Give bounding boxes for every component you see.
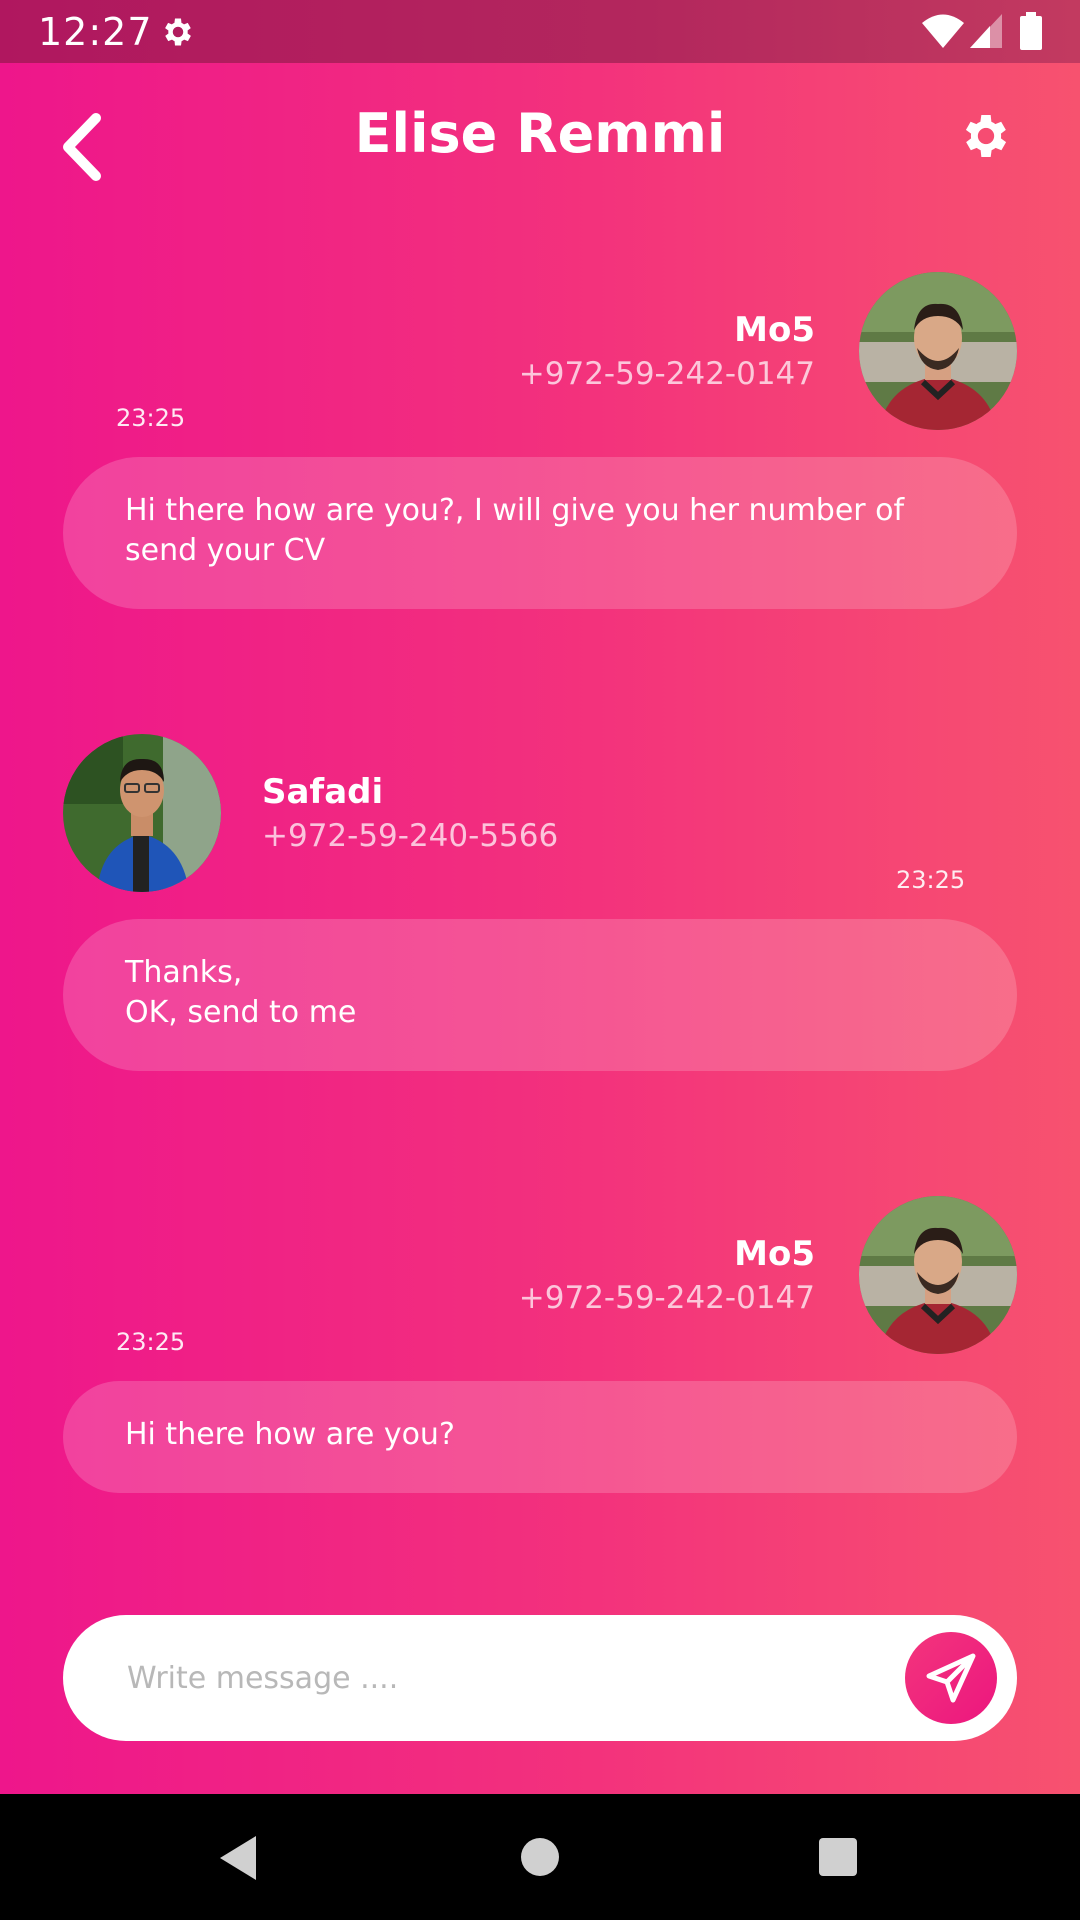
sender-phone: +972-59-242-0147 <box>518 356 815 392</box>
message-bubble[interactable]: Hi there how are you?, I will give you h… <box>63 457 1017 609</box>
wifi-icon <box>922 14 964 48</box>
system-nav-bar <box>0 1794 1080 1920</box>
sender-phone: +972-59-240-5566 <box>262 818 559 854</box>
settings-icon <box>165 18 191 46</box>
battery-icon <box>1020 12 1042 50</box>
message-input[interactable] <box>125 1647 889 1709</box>
nav-recents-icon[interactable] <box>817 1836 859 1878</box>
status-bar: 12:27 <box>0 0 1080 63</box>
avatar[interactable] <box>859 1196 1017 1354</box>
sender-name: Mo5 <box>734 1234 815 1274</box>
message-time: 23:25 <box>116 1328 186 1356</box>
avatar[interactable] <box>859 272 1017 430</box>
nav-back-icon[interactable] <box>216 1834 260 1882</box>
signal-icon <box>970 14 1002 48</box>
message-composer <box>63 1615 1017 1741</box>
chat-screen: 12:27 Elise Remmi Mo5 +972-59-242-0147 2… <box>0 0 1080 1920</box>
send-icon <box>926 1653 976 1703</box>
sender-name: Mo5 <box>734 310 815 350</box>
send-button[interactable] <box>905 1632 997 1724</box>
sender-name: Safadi <box>262 772 384 812</box>
message-bubble[interactable]: Hi there how are you? <box>63 1381 1017 1493</box>
sender-phone: +972-59-242-0147 <box>518 1280 815 1316</box>
settings-icon[interactable] <box>958 108 1014 164</box>
nav-home-icon[interactable] <box>519 1836 561 1878</box>
avatar[interactable] <box>63 734 221 892</box>
status-time: 12:27 <box>38 10 153 54</box>
message-bubble[interactable]: Thanks, OK, send to me <box>63 919 1017 1071</box>
message-time: 23:25 <box>116 404 186 432</box>
message-time: 23:25 <box>896 866 966 894</box>
chat-title: Elise Remmi <box>354 102 726 165</box>
